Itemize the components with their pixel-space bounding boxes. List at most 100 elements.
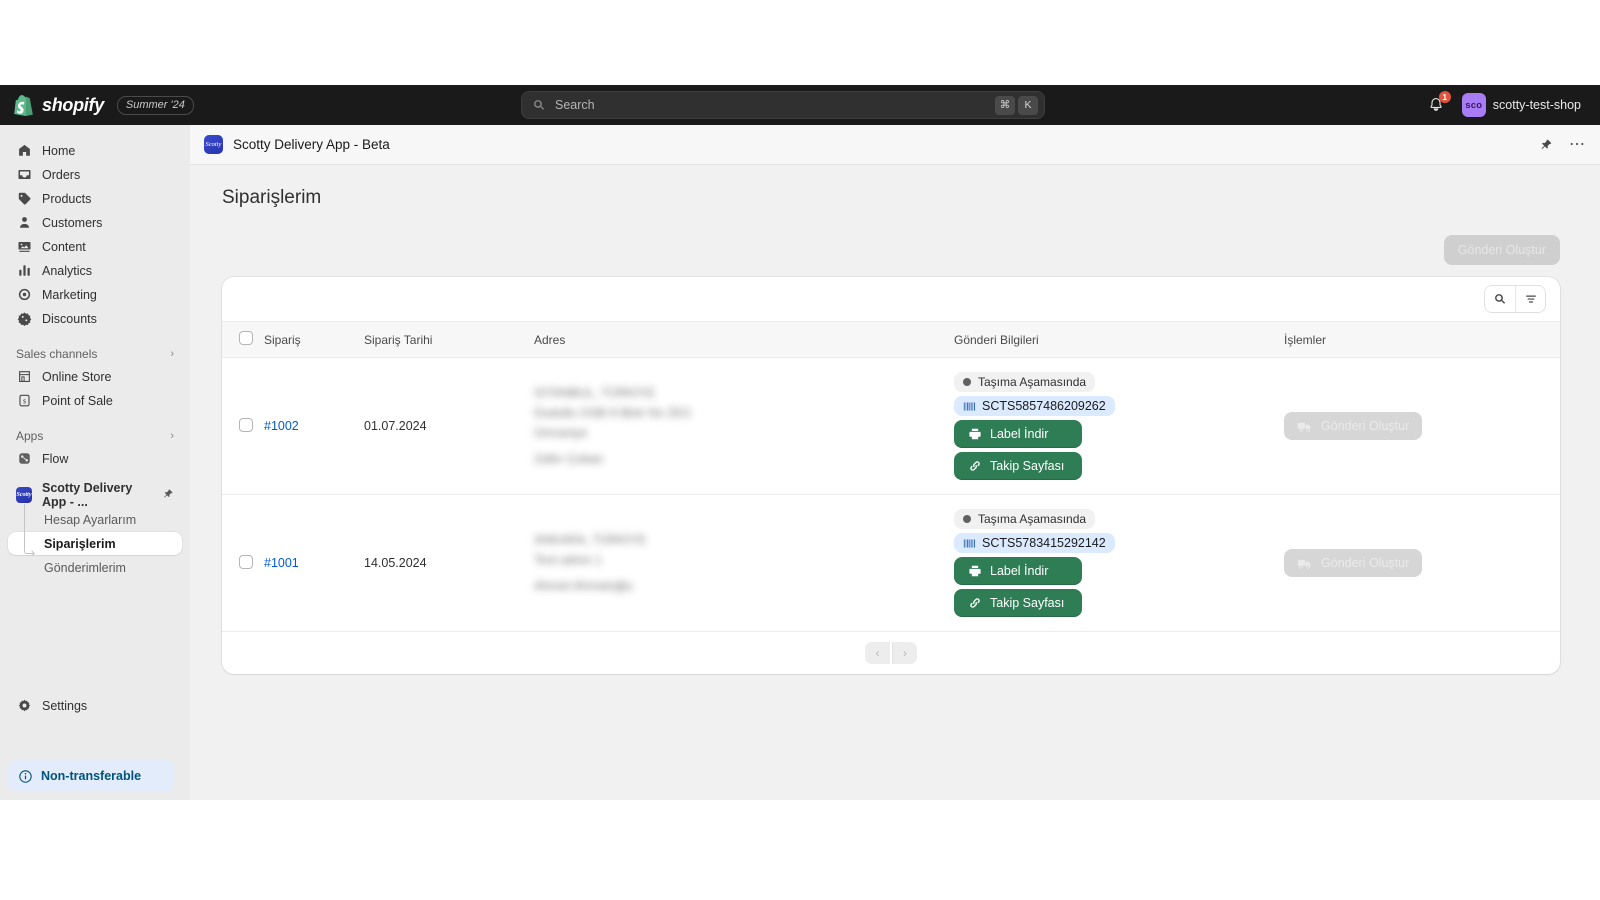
pin-icon[interactable] xyxy=(1537,136,1555,154)
table-body: #1002 01.07.2024 ISTANBUL, TÜRKİYE Dudul… xyxy=(222,357,1560,632)
sidebar-item-gonderimlerim[interactable]: Gönderimlerim xyxy=(8,556,182,579)
select-all-checkbox[interactable] xyxy=(239,331,253,345)
sidebar-section-apps[interactable]: Apps › xyxy=(8,425,182,447)
sidebar-item-products[interactable]: Products xyxy=(8,187,182,210)
sidebar-item-online-store[interactable]: Online Store xyxy=(8,365,182,388)
row-create-shipment-button[interactable]: Gönderi Oluştur xyxy=(1284,412,1423,440)
order-link[interactable]: #1001 xyxy=(264,556,299,570)
toolbar-button-group xyxy=(1484,285,1546,313)
sidebar-item-settings[interactable]: Settings xyxy=(8,694,182,717)
subnav-label: Hesap Ayarlarım xyxy=(44,512,137,527)
store-icon xyxy=(16,369,32,385)
table-toolbar xyxy=(222,277,1560,321)
sidebar-item-customers[interactable]: Customers xyxy=(8,211,182,234)
row-create-shipment-button[interactable]: Gönderi Oluştur xyxy=(1284,549,1423,577)
sidebar-item-label: Marketing xyxy=(42,287,97,302)
order-link[interactable]: #1002 xyxy=(264,419,299,433)
delivery-truck-icon xyxy=(1297,559,1311,569)
sidebar-item-hesap-ayarlarim[interactable]: Hesap Ayarlarım xyxy=(8,508,182,531)
address-line: Ümraniye xyxy=(534,426,588,440)
subnav-connector-line xyxy=(24,504,25,548)
row-action-text: Gönderi Oluştur xyxy=(1321,419,1410,433)
printer-icon xyxy=(969,565,981,577)
shopify-wordmark: shopify xyxy=(42,94,104,115)
header-shipment: Gönderi Bilgileri xyxy=(954,321,1284,358)
download-label-text: Label İndir xyxy=(990,564,1049,578)
shipment-info: Taşıma Aşamasında xyxy=(954,509,1284,617)
app-title: Scotty Delivery App - Beta xyxy=(233,137,390,152)
sidebar-item-label: Settings xyxy=(42,698,88,713)
avatar: sco xyxy=(1461,93,1486,117)
sidebar-item-scotty-app[interactable]: Scotty Scotty Delivery App - ... xyxy=(8,481,182,509)
app-viewport: shopify Summer '24 Search ⌘ K 1 sco scot… xyxy=(0,0,1600,900)
row-action-text: Gönderi Oluştur xyxy=(1321,556,1410,570)
pagination-next-button[interactable]: › xyxy=(892,642,917,664)
row-select-cell xyxy=(222,357,264,495)
sidebar-item-point-of-sale[interactable]: $ Point of Sale xyxy=(8,389,182,412)
sidebar-item-content[interactable]: Content xyxy=(8,235,182,258)
sidebar-item-orders[interactable]: Orders xyxy=(8,163,182,186)
status-dot-icon xyxy=(963,515,971,523)
tracking-page-button[interactable]: Takip Sayfası xyxy=(954,452,1082,480)
tracking-number-badge[interactable]: SCTS5783415292142 xyxy=(954,533,1115,553)
embedded-app-frame: Scotty Scotty Delivery App - Beta ⋯ Sipa… xyxy=(190,125,1600,800)
products-icon xyxy=(16,191,32,207)
notifications-button[interactable]: 1 xyxy=(1423,91,1451,118)
svg-text:$: $ xyxy=(22,399,26,406)
sidebar-item-label: Orders xyxy=(42,167,81,182)
tracking-page-button[interactable]: Takip Sayfası xyxy=(954,589,1082,617)
row-checkbox[interactable] xyxy=(239,417,253,432)
create-shipment-button[interactable]: Gönderi Oluştur xyxy=(1443,235,1560,265)
pos-icon: $ xyxy=(16,393,32,409)
analytics-icon xyxy=(16,263,32,279)
notification-count-badge: 1 xyxy=(1438,91,1451,103)
tracking-number-label: SCTS5857486209262 xyxy=(982,399,1106,413)
address-block: ANKARA, TÜRKİYE Test adres 1 Ahmet Ahmet… xyxy=(534,530,954,596)
sidebar-item-discounts[interactable]: Discounts xyxy=(8,307,182,330)
sidebar-section-sales-channels[interactable]: Sales channels › xyxy=(8,343,182,365)
page-content: Siparişlerim Gönderi Oluştur Sipariş Sip… xyxy=(190,165,1600,674)
orders-icon xyxy=(16,167,32,183)
printer-icon xyxy=(969,428,981,440)
header-actions: İşlemler xyxy=(1284,321,1560,358)
tracking-page-text: Takip Sayfası xyxy=(990,596,1065,610)
orders-table: Sipariş Sipariş Tarihi Adres Gönderi Bil… xyxy=(222,321,1560,632)
sidebar-item-marketing[interactable]: Marketing xyxy=(8,283,182,306)
shop-name-label: scotty-test-shop xyxy=(1492,98,1581,112)
page-title: Siparişlerim xyxy=(222,187,322,208)
download-label-button[interactable]: Label İndir xyxy=(954,557,1082,585)
app-titlebar: Scotty Scotty Delivery App - Beta ⋯ xyxy=(190,125,1600,165)
order-cell: #1001 xyxy=(264,494,364,632)
row-checkbox[interactable] xyxy=(239,554,253,569)
chevron-right-icon: › xyxy=(170,348,174,360)
section-title: Apps xyxy=(16,429,44,443)
download-label-button[interactable]: Label İndir xyxy=(954,420,1082,448)
shop-account-button[interactable]: sco scotty-test-shop xyxy=(1459,90,1588,120)
pagination: ‹ › xyxy=(222,632,1560,674)
subnav-arrow-icon xyxy=(24,543,36,557)
delivery-truck-icon xyxy=(1297,422,1311,432)
search-button[interactable] xyxy=(1485,286,1515,312)
global-search[interactable]: Search ⌘ K xyxy=(521,91,1045,119)
shopify-brand[interactable]: shopify Summer '24 xyxy=(0,94,194,116)
search-icon xyxy=(1495,294,1505,304)
address-line: ANKARA, TÜRKİYE xyxy=(534,533,647,547)
shipment-cell: Taşıma Aşamasında xyxy=(954,357,1284,495)
sidebar-item-flow[interactable]: Flow xyxy=(8,447,182,470)
orders-card: Sipariş Sipariş Tarihi Adres Gönderi Bil… xyxy=(222,277,1560,674)
pagination-prev-button[interactable]: ‹ xyxy=(865,642,890,664)
sidebar-item-home[interactable]: Home xyxy=(8,139,182,162)
filter-button[interactable] xyxy=(1515,286,1545,312)
actions-cell: Gönderi Oluştur xyxy=(1284,494,1560,632)
sidebar-item-analytics[interactable]: Analytics xyxy=(8,259,182,282)
header-date: Sipariş Tarihi xyxy=(364,321,534,358)
pin-icon[interactable] xyxy=(162,488,174,503)
sidebar-item-label: Content xyxy=(42,239,86,254)
header-order: Sipariş xyxy=(264,321,364,358)
tracking-number-badge[interactable]: SCTS5857486209262 xyxy=(954,396,1115,416)
status-label: Taşıma Aşamasında xyxy=(978,375,1087,389)
barcode-icon xyxy=(963,401,976,411)
search-input[interactable]: Search ⌘ K xyxy=(521,91,1045,119)
more-options-icon[interactable]: ⋯ xyxy=(1569,136,1586,152)
info-icon xyxy=(19,769,32,783)
